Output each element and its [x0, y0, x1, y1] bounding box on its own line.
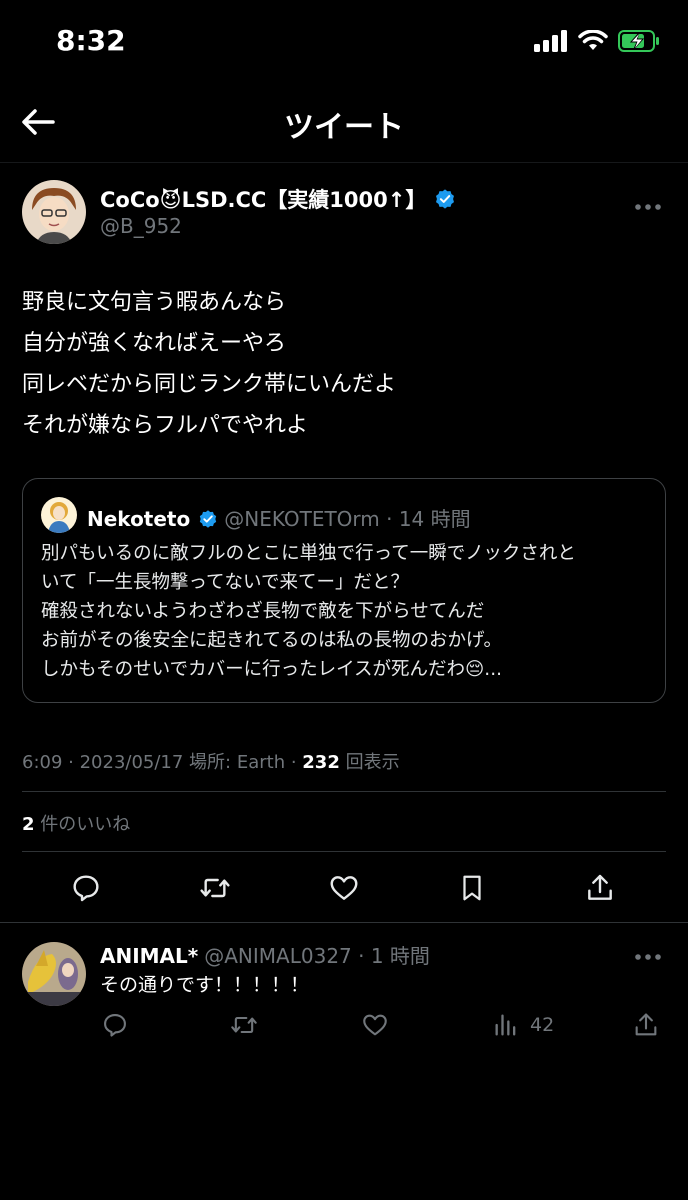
tweet-actions [0, 858, 688, 918]
reply-reply-button[interactable] [100, 1010, 130, 1040]
views-count: 232 [302, 752, 340, 773]
author-handle[interactable]: @B_952 [100, 214, 182, 238]
quoted-tweet-card[interactable]: Nekoteto @NEKOTETOrm · 14 時間 別パもいるのに敵フルのと… [22, 478, 666, 703]
status-time: 8:32 [56, 24, 126, 57]
tweet-meta: 6:09 · 2023/05/17 場所: Earth · 232 回表示 [22, 748, 400, 774]
likes-count: 2 [22, 814, 35, 835]
header-divider [0, 162, 688, 163]
meta-divider [22, 791, 666, 792]
quote-handle-time: @NEKOTETOrm · 14 時間 [224, 507, 471, 531]
tweet-timestamp-location: 6:09 · 2023/05/17 場所: Earth · [22, 752, 303, 773]
views-label: 回表示 [339, 752, 400, 773]
top-bar: ツイート [0, 80, 688, 162]
page-title: ツイート [284, 110, 404, 145]
heart-icon [363, 1014, 387, 1036]
actions-divider [0, 922, 688, 923]
battery-charging-icon [618, 30, 659, 52]
reply-handle-time: @ANIMAL0327 · 1 時間 [204, 944, 430, 968]
views-chart-icon [495, 1014, 516, 1036]
wifi-icon [578, 30, 608, 50]
quote-line: 別パもいるのに敵フルのとこに単独で行って一瞬でノックされと [41, 543, 576, 564]
reply-icon [73, 875, 99, 902]
quote-avatar-image-icon [41, 497, 77, 533]
author-name[interactable]: CoCo😈LSD.CC【実績1000↑】 [100, 184, 456, 214]
retweet-button[interactable] [197, 870, 233, 906]
retweet-icon [200, 878, 230, 898]
more-dots-icon [635, 204, 661, 210]
author-name-text: CoCo😈LSD.CC【実績1000↑】 [100, 188, 427, 212]
reply-avatar-image-icon [22, 942, 86, 1006]
heart-icon [330, 876, 358, 900]
likes-divider [22, 851, 666, 852]
quote-author-name: Nekoteto [87, 507, 191, 531]
share-icon [588, 874, 612, 900]
reply-button[interactable] [68, 870, 104, 906]
avatar-image-icon [22, 180, 86, 244]
reply-author-name[interactable]: ANIMAL* [100, 944, 198, 968]
reply-more-options-button[interactable] [634, 946, 662, 965]
share-button[interactable] [582, 870, 618, 906]
bookmark-icon [463, 875, 481, 901]
reply-author-avatar[interactable] [22, 942, 86, 1006]
quote-line: いて「一生長物撃ってないで来てー」だと？ [41, 572, 409, 593]
quote-line: お前がその後安全に起きれてるのは私の長物のおかげ。 [41, 630, 503, 651]
cellular-signal-icon [534, 30, 567, 52]
reply-like-button[interactable] [360, 1010, 390, 1040]
reply-views-button[interactable]: 42 [492, 1010, 554, 1040]
retweet-icon [231, 1016, 257, 1034]
like-button[interactable] [326, 870, 362, 906]
status-icons [534, 30, 660, 52]
tweet-line: 自分が強くなればえーやろ [22, 331, 287, 356]
share-icon [635, 1013, 657, 1036]
reply-header: ANIMAL* @ANIMAL0327 · 1 時間 [100, 940, 430, 969]
reply-actions: 42 [0, 1004, 688, 1048]
more-options-button[interactable] [634, 196, 662, 215]
quote-avatar [41, 497, 77, 533]
quote-text: 別パもいるのに敵フルのとこに単独で行って一瞬でノックされと いて「一生長物撃って… [41, 539, 653, 684]
reply-share-button[interactable] [632, 1010, 660, 1040]
likes-label: 件のいいね [34, 814, 131, 835]
quote-line: 確殺されないようわざわざ長物で敵を下がらせてんだ [41, 601, 485, 622]
tweet-text: 野良に文句言う暇あんなら 自分が強くなればえーやろ 同レベだから同じランク帯にい… [22, 282, 396, 446]
bookmark-button[interactable] [454, 870, 490, 906]
tweet-line: それが嫌ならフルパでやれよ [22, 413, 309, 438]
more-dots-icon [635, 954, 661, 960]
verified-badge-icon [436, 189, 455, 209]
reply-text: その通りです！！！！！ [100, 974, 310, 996]
tweet-line: 野良に文句言う暇あんなら [22, 290, 287, 315]
quote-line: しかもそのせいでカバーに行ったレイスが死んだわ😔... [41, 659, 502, 680]
reply-icon [104, 1014, 126, 1037]
tweet-line: 同レベだから同じランク帯にいんだよ [22, 372, 397, 397]
likes-summary[interactable]: 2 件のいいね [22, 810, 130, 836]
status-bar: 8:32 [0, 0, 688, 80]
reply-retweet-button[interactable] [228, 1010, 260, 1040]
author-avatar[interactable] [22, 180, 86, 244]
quote-header: Nekoteto @NEKOTETOrm · 14 時間 [87, 503, 471, 532]
quote-verified-badge-icon [200, 510, 217, 528]
reply-views-count: 42 [530, 1014, 555, 1036]
